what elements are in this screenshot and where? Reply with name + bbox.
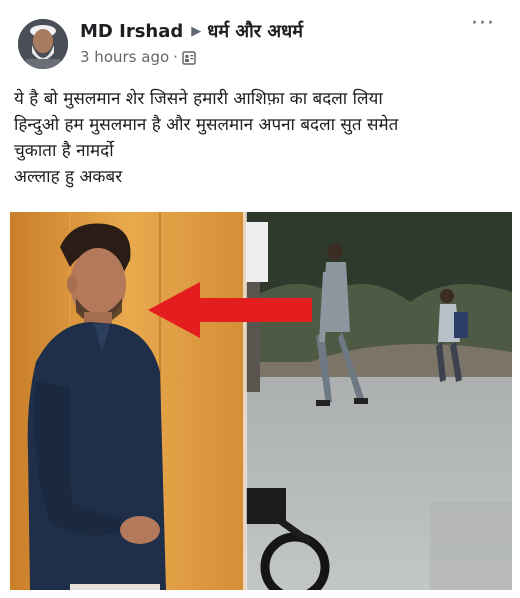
friends-icon[interactable] <box>182 50 196 70</box>
right-photo <box>246 212 512 590</box>
post-text-line: हिन्दुओ हम मुसलमान है और मुसलमान अपना बद… <box>14 115 399 135</box>
author-line: MD Irshad ▶ धर्म और अधर्म <box>80 20 303 44</box>
group-name[interactable]: धर्म और अधर्म <box>207 21 303 42</box>
timestamp[interactable]: 3 hours ago <box>80 48 169 66</box>
meta-separator: · <box>173 48 178 66</box>
left-photo <box>10 212 246 590</box>
more-options-button[interactable]: ··· <box>468 13 498 40</box>
comparison-photo <box>10 212 512 590</box>
post-meta: 3 hours ago · <box>80 47 196 70</box>
author-name[interactable]: MD Irshad <box>80 21 183 42</box>
post-header: MD Irshad ▶ धर्म और अधर्म 3 hours ago · ··· <box>0 0 520 80</box>
post-text-line: चुकाता है नामर्दो <box>14 141 114 161</box>
post-image[interactable] <box>10 212 512 590</box>
avatar-image <box>18 19 68 69</box>
avatar[interactable] <box>18 19 68 69</box>
triangle-right-icon: ▶ <box>191 24 202 39</box>
post-text: ये है बो मुसलमान शेर जिसने हमारी आशिफ़ा … <box>14 86 510 190</box>
post-text-line: अल्लाह हु अकबर <box>14 167 123 187</box>
post-text-line: ये है बो मुसलमान शेर जिसने हमारी आशिफ़ा … <box>14 89 383 109</box>
